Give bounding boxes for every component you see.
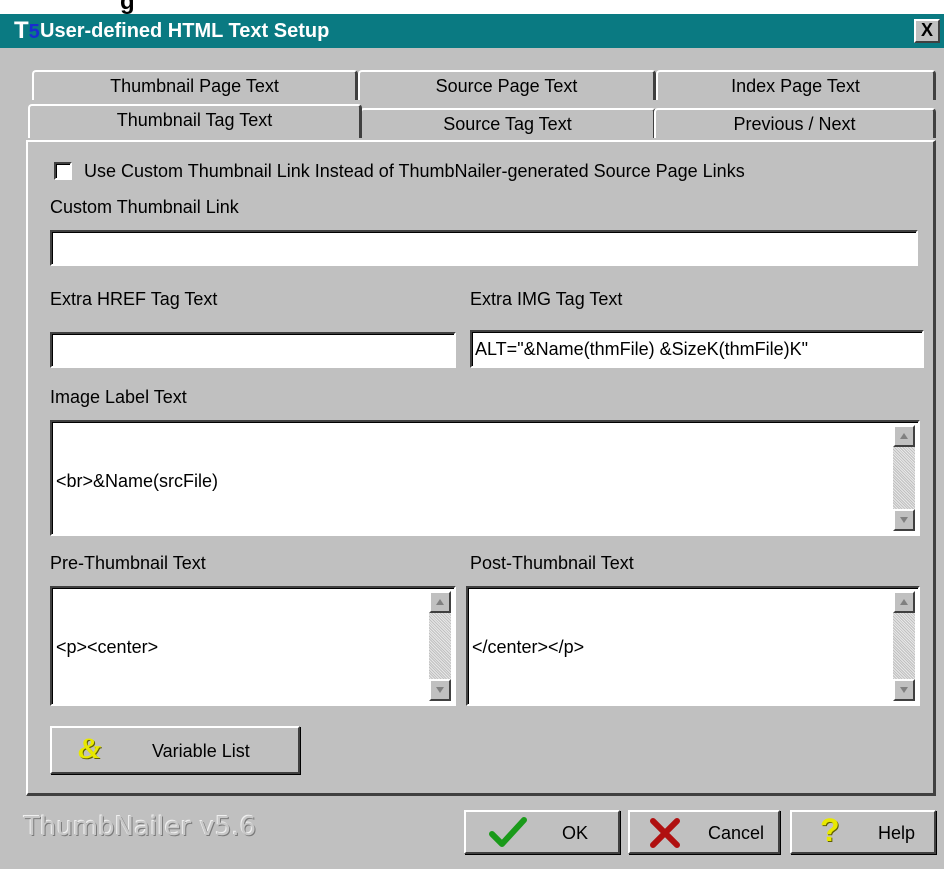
scroll-down-button[interactable] [429, 679, 451, 701]
tab-panel-thumbnail-tag-text: Use Custom Thumbnail Link Instead of Thu… [26, 140, 936, 796]
ok-label: OK [562, 823, 589, 843]
background-title-fragment: g [120, 0, 135, 14]
background-window-fragment: g [0, 0, 944, 14]
arrow-up-icon [436, 599, 444, 605]
tab-thumbnail-tag-text[interactable]: Thumbnail Tag Text [28, 104, 362, 138]
tab-label: Source Tag Text [443, 114, 572, 134]
variable-list-label: Variable List [152, 741, 250, 761]
arrow-down-icon [900, 517, 908, 523]
extra-href-input[interactable] [50, 332, 456, 368]
scroll-up-button[interactable] [429, 591, 451, 613]
arrow-down-icon [900, 687, 908, 693]
tab-previous-next[interactable]: Previous / Next [654, 108, 936, 138]
close-button[interactable]: X [914, 19, 940, 43]
title-bar[interactable]: T5 User-defined HTML Text Setup X [0, 14, 944, 48]
scroll-track[interactable] [893, 613, 915, 679]
extra-img-input[interactable]: ALT="&Name(thmFile) &SizeK(thmFile)K" [470, 330, 924, 368]
use-custom-link-checkbox[interactable] [54, 162, 72, 180]
scroll-down-button[interactable] [893, 509, 915, 531]
post-thumb-label: Post-Thumbnail Text [470, 553, 634, 573]
help-label: Help [878, 823, 916, 843]
arrow-down-icon [436, 687, 444, 693]
tab-label: Previous / Next [733, 114, 856, 134]
scroll-track[interactable] [893, 447, 915, 509]
window-title: User-defined HTML Text Setup [40, 20, 330, 42]
scroll-down-button[interactable] [893, 679, 915, 701]
image-label-text: <br>&Name(srcFile) [56, 471, 219, 491]
pre-thumb-textarea[interactable]: <p><center> [50, 586, 456, 706]
ampersand-icon: & [78, 732, 102, 765]
pre-thumb-label: Pre-Thumbnail Text [50, 553, 206, 573]
tab-index-page-text[interactable]: Index Page Text [656, 70, 936, 100]
app-icon-digit-5: 5 [28, 21, 40, 43]
tab-thumbnail-page-text[interactable]: Thumbnail Page Text [32, 70, 358, 100]
scroll-up-button[interactable] [893, 425, 915, 447]
post-thumb-scrollbar[interactable] [893, 591, 915, 701]
image-label-label: Image Label Text [50, 387, 187, 407]
tab-label: Thumbnail Page Text [110, 76, 279, 96]
use-custom-link-label: Use Custom Thumbnail Link Instead of Thu… [84, 161, 745, 181]
tab-source-page-text[interactable]: Source Page Text [358, 70, 656, 100]
checkmark-icon [489, 817, 527, 847]
arrow-up-icon [900, 599, 908, 605]
cancel-x-icon [650, 818, 680, 848]
tab-source-tag-text[interactable]: Source Tag Text [360, 108, 656, 138]
scroll-track[interactable] [429, 613, 451, 679]
extra-href-label: Extra HREF Tag Text [50, 289, 218, 309]
post-thumb-textarea[interactable]: </center></p> [466, 586, 920, 706]
help-button[interactable]: ? Help [790, 810, 936, 854]
brand-label: ThumbNailer v5.6 [24, 812, 257, 842]
extra-img-label: Extra IMG Tag Text [470, 289, 623, 309]
cancel-label: Cancel [708, 823, 765, 843]
image-label-textarea[interactable]: <br>&Name(srcFile) [50, 420, 920, 536]
custom-link-input[interactable] [50, 230, 918, 266]
close-icon: X [920, 20, 933, 40]
pre-thumb-text: <p><center> [56, 637, 159, 657]
question-mark-icon: ? [820, 812, 840, 848]
post-thumb-text: </center></p> [472, 637, 585, 657]
variable-list-button[interactable]: & Variable List [50, 726, 300, 774]
app-icon: T5 [14, 17, 40, 45]
ok-button[interactable]: OK [464, 810, 620, 854]
cancel-button[interactable]: Cancel [628, 810, 780, 854]
pre-thumb-scrollbar[interactable] [429, 591, 451, 701]
app-icon-letter-t: T [14, 17, 29, 44]
tab-label: Thumbnail Tag Text [116, 110, 273, 130]
arrow-up-icon [900, 433, 908, 439]
custom-link-label: Custom Thumbnail Link [50, 197, 239, 217]
scroll-up-button[interactable] [893, 591, 915, 613]
image-label-scrollbar[interactable] [893, 425, 915, 531]
tab-label: Source Page Text [435, 76, 578, 96]
dialog-window: g T5 User-defined HTML Text Setup X Thum… [0, 0, 944, 869]
tab-label: Index Page Text [731, 76, 860, 96]
